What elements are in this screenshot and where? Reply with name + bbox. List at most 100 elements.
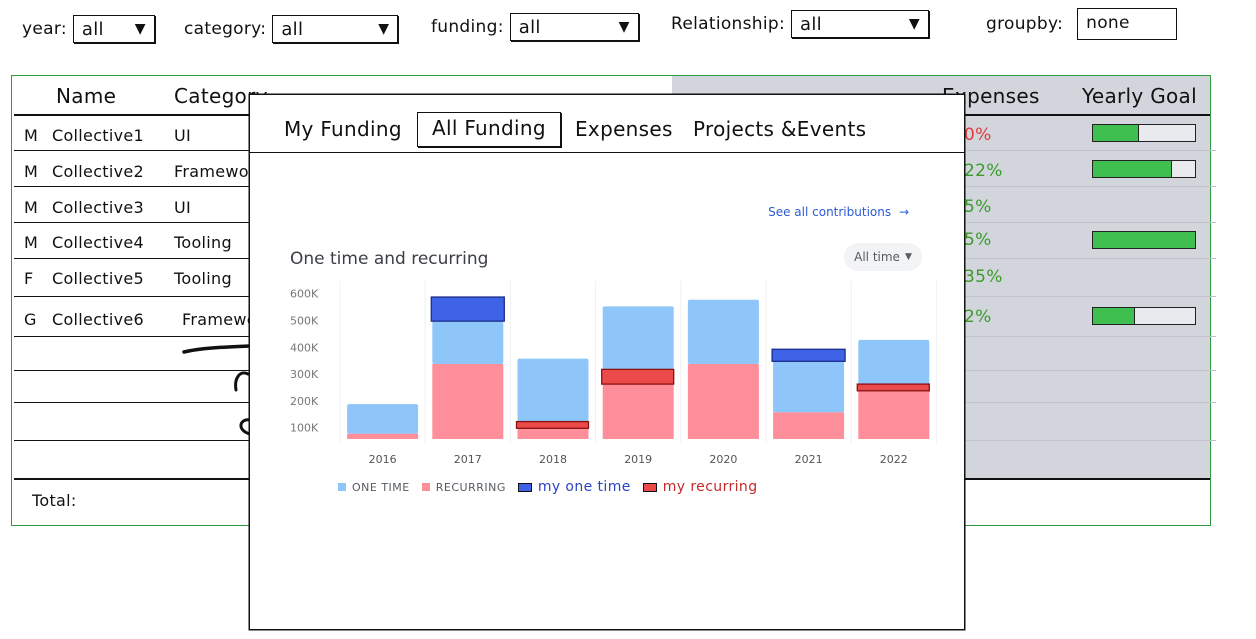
row-divider [962,150,1216,151]
yearly-goal-fill [1093,232,1195,248]
collective-type: M [24,233,39,252]
tab-projects-events[interactable]: Projects &Events [693,117,866,141]
year-select-value: all [81,18,104,40]
collective-name: Collective4 [52,233,145,252]
bar-my-recurring [856,383,930,392]
funding-modal: My Funding All Funding Expenses Projects… [249,94,965,630]
year-filter: year: all ▼ [22,14,155,44]
collective-category: UI [174,126,192,145]
see-all-contributions-link[interactable]: See all contributions → [768,205,909,219]
groupby-filter: groupby: none [986,8,1178,40]
row-divider [14,150,254,151]
row-divider [14,296,254,297]
funding-select[interactable]: all ▼ [509,13,639,41]
legend-label: ONE TIME [352,480,410,494]
row-divider [962,258,1216,259]
expenses-pct: 0% [964,125,992,145]
relationship-select-value: all [800,13,822,35]
x-tick-label: 2018 [539,453,567,466]
scribble-mark [182,344,252,464]
collective-type: M [24,162,39,181]
x-tick-label: 2017 [454,453,482,466]
chevron-down-icon: ▼ [134,21,146,37]
row-divider [14,186,254,187]
row-divider [962,296,1216,297]
header-name[interactable]: Name [56,84,116,108]
relationship-filter: Relationship: all ▼ [671,9,929,39]
relationship-select[interactable]: all ▼ [791,10,929,38]
bar-recurring [773,412,845,439]
time-range-select[interactable]: All time ▼ [844,243,922,271]
row-divider [14,258,254,259]
funding-filter: funding: all ▼ [431,12,639,42]
legend-swatch [338,483,346,491]
collective-category: Tooling [174,233,232,252]
bar-recurring [687,364,759,439]
tab-my-funding[interactable]: My Funding [284,117,402,141]
yearly-goal-fill [1093,125,1139,141]
expenses-pct: 2% [964,307,992,327]
y-tick-label: 500K [290,314,319,327]
groupby-input[interactable]: none [1077,8,1178,40]
y-tick-label: 600K [290,288,319,301]
category-select[interactable]: all ▼ [272,15,399,43]
bar-my-one-time [771,348,846,362]
bar-my-recurring [601,368,675,385]
x-tick-label: 2022 [880,453,908,466]
bar-recurring [347,433,419,439]
funding-select-value: all [518,16,541,38]
legend-label: RECURRING [435,480,506,494]
header-yearly-goal[interactable]: Yearly Goal [1082,84,1197,108]
row-divider [962,402,1216,403]
legend-item-my-one-time: my one time [517,479,631,495]
x-tick-label: 2021 [795,453,823,466]
y-tick-label: 200K [290,395,319,408]
yearly-goal-fill [1093,308,1135,324]
y-tick-label: 400K [290,341,319,354]
row-divider [962,370,1216,371]
bar-one-time [602,306,674,370]
bar-my-recurring [515,420,590,429]
legend-swatch [517,482,532,492]
row-divider [962,336,1216,337]
row-divider [14,336,254,337]
collective-type: G [24,310,37,329]
collective-name: Collective6 [52,310,145,329]
x-tick-label: 2016 [369,453,397,466]
chart-title: One time and recurring [290,249,489,269]
chevron-down-icon: ▼ [618,19,630,35]
yearly-goal-progress [1092,160,1196,178]
bar-recurring [432,364,504,439]
x-tick-label: 2019 [624,453,652,466]
see-all-contributions-label: See all contributions [768,205,892,219]
legend-label: my one time [537,479,631,495]
arrow-right-icon: → [898,205,909,219]
expenses-pct: 22% [964,161,1003,181]
bar-recurring [858,384,930,439]
y-tick-label: 300K [290,368,319,381]
expenses-pct: 35% [964,267,1003,287]
category-filter: category: all ▼ [184,14,399,44]
year-select[interactable]: all ▼ [72,15,155,43]
row-divider [14,222,254,223]
yearly-goal-progress [1092,124,1196,142]
collective-category: Tooling [174,269,232,288]
collective-name: Collective2 [52,162,145,181]
groupby-filter-label: groupby: [986,14,1064,34]
chevron-down-icon: ▼ [904,252,912,262]
tab-all-funding[interactable]: All Funding [417,112,561,147]
collective-type: M [24,126,39,145]
bar-one-time [687,299,759,364]
tab-expenses[interactable]: Expenses [575,117,673,141]
x-tick-label: 2020 [709,453,737,466]
collective-type: F [24,269,34,288]
collective-name: Collective3 [52,198,145,217]
legend-item-one-time: ONE TIME [338,481,410,494]
legend-label: my recurring [662,479,758,495]
modal-tabs: My Funding All Funding Expenses Projects… [250,95,964,153]
collective-category: UI [174,198,192,217]
bar-one-time [432,321,504,364]
legend-item-recurring: RECURRING [421,480,506,494]
funding-chart: 100K 200K 300K 400K 500K 600K 2016 2017 2018 2019… [290,281,937,466]
collective-type: M [24,198,39,217]
